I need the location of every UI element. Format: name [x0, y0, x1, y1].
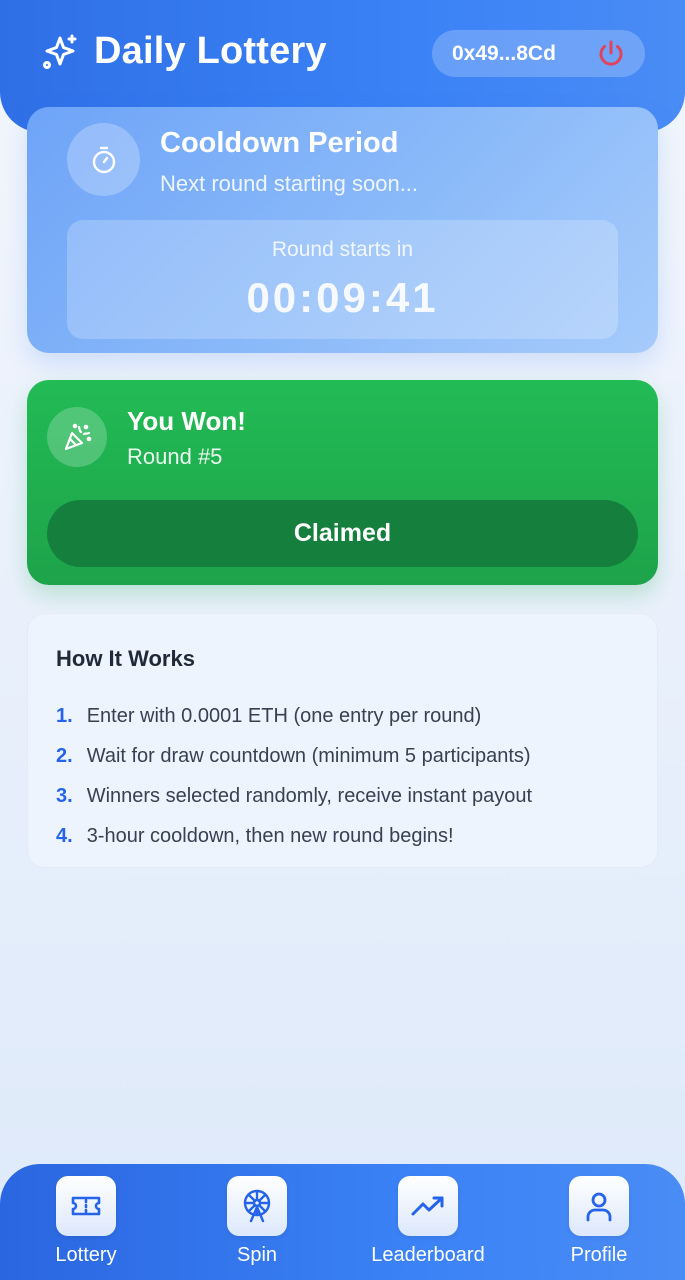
steps-list: 1. Enter with 0.0001 ETH (one entry per r…	[56, 696, 532, 856]
claimed-button[interactable]: Claimed	[47, 500, 638, 567]
cooldown-card: Cooldown Period Next round starting soon…	[27, 107, 658, 353]
ferris-wheel-icon	[227, 1176, 287, 1236]
countdown-box: Round starts in 00:09:41	[67, 220, 618, 339]
nav-item-profile[interactable]: Profile	[529, 1176, 669, 1267]
party-popper-icon	[47, 407, 107, 467]
list-item: 1. Enter with 0.0001 ETH (one entry per r…	[56, 696, 532, 736]
step-number: 1.	[56, 704, 73, 727]
power-icon[interactable]	[595, 38, 627, 70]
step-number: 3.	[56, 784, 73, 807]
nav-item-spin[interactable]: Spin	[187, 1176, 327, 1267]
winner-card: You Won! Round #5 Claimed	[27, 380, 658, 585]
cooldown-subtitle: Next round starting soon...	[160, 171, 419, 196]
user-icon	[569, 1176, 629, 1236]
how-it-works-card: How It Works 1. Enter with 0.0001 ETH (on…	[27, 613, 658, 868]
winner-title: You Won!	[127, 406, 246, 436]
nav-item-lottery[interactable]: Lottery	[16, 1176, 156, 1267]
wallet-address: 0x49...8Cd	[452, 41, 556, 65]
nav-label: Spin	[236, 1244, 278, 1266]
cooldown-title: Cooldown Period	[160, 127, 399, 159]
nav-label: Profile	[570, 1244, 628, 1266]
wallet-pill[interactable]: 0x49...8Cd	[432, 30, 645, 77]
list-item: 4. 3-hour cooldown, then new round begins…	[56, 816, 532, 856]
ticket-icon	[56, 1176, 116, 1236]
sparkles-icon	[43, 34, 77, 69]
step-text: Enter with 0.0001 ETH (one entry per rou…	[86, 704, 482, 727]
step-number: 2.	[56, 744, 73, 767]
app-title: Daily Lottery	[94, 30, 327, 72]
nav-label: Leaderboard	[371, 1244, 485, 1266]
stopwatch-icon	[67, 123, 140, 196]
step-text: Winners selected randomly, receive insta…	[86, 784, 533, 807]
step-number: 4.	[56, 824, 73, 847]
step-text: 3-hour cooldown, then new round begins!	[86, 824, 454, 847]
how-it-works-title: How It Works	[56, 646, 195, 671]
winner-round: Round #5	[127, 444, 223, 469]
countdown-timer: 00:09:41	[246, 274, 439, 321]
nav-label: Lottery	[55, 1244, 117, 1266]
bottom-nav: Lottery Spin Leaderboard Profile	[0, 1164, 685, 1280]
nav-item-leaderboard[interactable]: Leaderboard	[358, 1176, 498, 1267]
brand: Daily Lottery	[40, 30, 327, 73]
step-text: Wait for draw countdown (minimum 5 parti…	[86, 744, 531, 767]
list-item: 3. Winners selected randomly, receive ins…	[56, 776, 532, 816]
trending-up-icon	[398, 1176, 458, 1236]
list-item: 2. Wait for draw countdown (minimum 5 par…	[56, 736, 532, 776]
countdown-label: Round starts in	[271, 238, 414, 261]
